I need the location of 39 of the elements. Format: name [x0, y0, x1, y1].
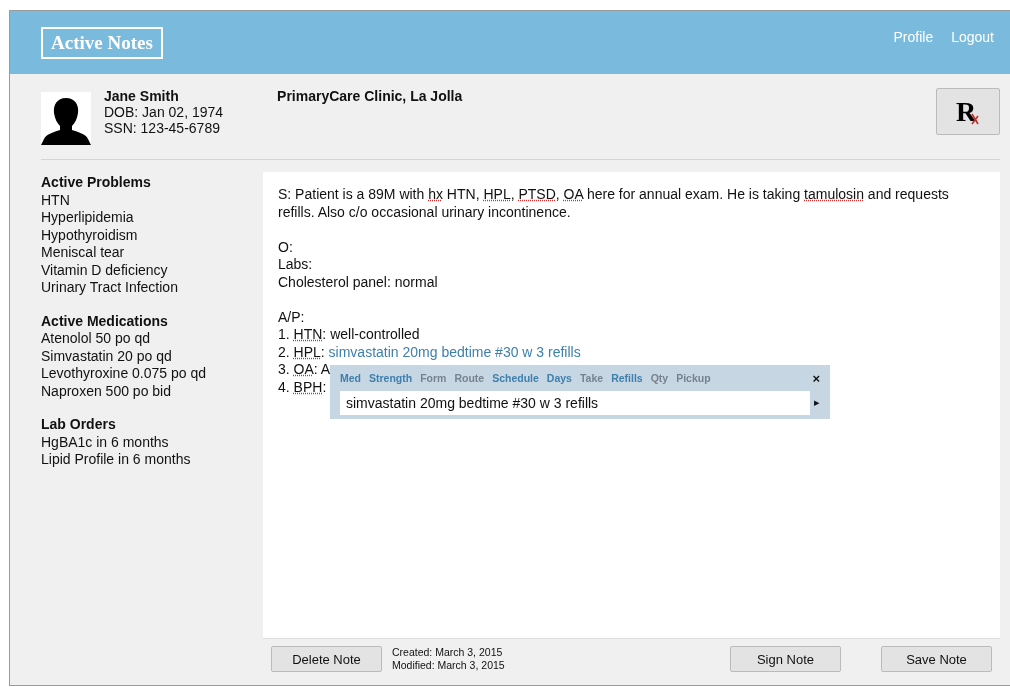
prescription-button[interactable]: R — [936, 88, 1000, 135]
sidebar-item[interactable]: Atenolol 50 po qd — [41, 330, 263, 348]
sidebar-item[interactable]: Meniscal tear — [41, 244, 263, 262]
sidebar-item[interactable]: Vitamin D deficiency — [41, 261, 263, 279]
note-line: 4. BPH: — [278, 378, 327, 396]
note-line: Labs: — [278, 256, 313, 274]
patient-name: Jane Smith — [104, 88, 180, 104]
clinic-name: PrimaryCare Clinic, La Jolla — [277, 88, 463, 104]
sidebar-item[interactable]: HgBA1c in 6 months — [41, 433, 263, 451]
note-line: O: — [278, 238, 293, 256]
note-line: 2. HPL: simvastatin 20mg bedtime #30 w 3 refills — [278, 343, 581, 361]
note-editor[interactable] — [263, 172, 1000, 638]
avatar-silhouette-icon — [41, 92, 91, 145]
section-heading: Active Medications — [41, 312, 169, 330]
section-heading: Lab Orders — [41, 416, 117, 434]
created-date: Created: March 3, 2015 — [392, 646, 504, 659]
delete-note-button[interactable]: Delete Note — [271, 646, 382, 672]
sidebar-item[interactable]: Hypothyroidism — [41, 226, 263, 244]
close-button[interactable]: × — [808, 371, 824, 387]
sign-note-button[interactable]: Sign Note — [730, 646, 841, 672]
sidebar-item[interactable]: Lipid Profile in 6 months — [41, 451, 263, 469]
patient-dob: DOB: Jan 02, 1974 — [104, 104, 224, 120]
sidebar-item[interactable]: HTN — [41, 191, 263, 209]
sidebar-item[interactable]: Levothyroxine 0.075 po qd — [41, 365, 263, 383]
modified-date: Modified: March 3, 2015 — [392, 659, 505, 672]
section-heading: Active Problems — [41, 174, 152, 192]
note-line: 3. OA: A — [278, 361, 331, 379]
sidebar-item[interactable]: Urinary Tract Infection — [41, 279, 263, 297]
save-note-button[interactable]: Save Note — [881, 646, 992, 672]
patient-ssn: SSN: 123-45-6789 — [104, 120, 221, 136]
sidebar-item[interactable]: Hyperlipidemia — [41, 209, 263, 227]
note-line: 1. HTN: well-controlled — [278, 326, 420, 344]
order-input-field[interactable]: simvastatin 20mg bedtime #30 w 3 refills — [340, 390, 810, 415]
sidebar-item[interactable]: Simvastatin 20 po qd — [41, 347, 263, 365]
note-line: Cholesterol panel: normal — [278, 273, 438, 291]
next-button[interactable]: ▸ — [810, 396, 824, 409]
sidebar-item[interactable]: Naproxen 500 po bid — [41, 382, 263, 400]
note-line: A/P: — [278, 308, 305, 326]
note-line: S: Patient is a 89M with hx HTN, HPL, PTSD, OA here for annual exam. He is taking tamulosin and requests refills. Also c/o occasional urinary incontinence. — [278, 186, 950, 221]
